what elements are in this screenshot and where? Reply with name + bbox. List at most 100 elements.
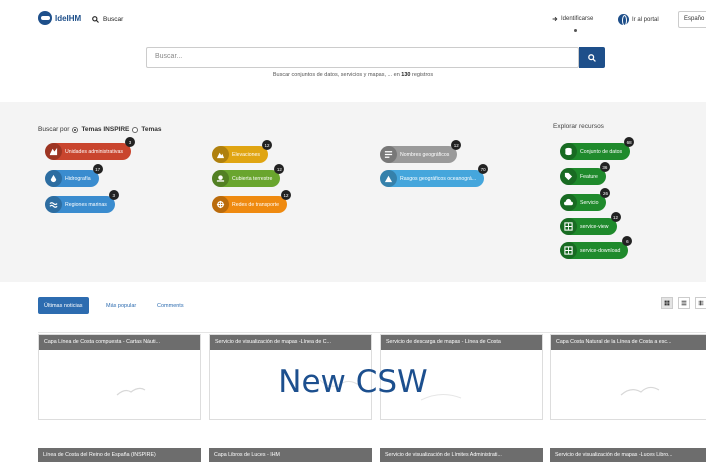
topic-count-badge: 12 xyxy=(451,140,462,150)
hint-suffix: registros xyxy=(412,72,434,78)
resource-count-badge: 6 xyxy=(622,236,633,246)
nav-search-label: Buscar xyxy=(103,16,124,23)
record-card-title[interactable]: Servicio de visualización de Límites Adm… xyxy=(380,448,543,462)
database-icon xyxy=(560,143,577,160)
top-navbar: IdeIHM Buscar Identificarse Ir al portal… xyxy=(0,0,706,40)
tab-most-popular[interactable]: Más popular xyxy=(106,297,136,314)
signin-link[interactable]: Identificarse xyxy=(552,16,593,22)
topic-label: Redes de transporte xyxy=(232,201,280,208)
resource-count-badge: 68 xyxy=(624,137,635,147)
list-view-button[interactable] xyxy=(678,297,690,309)
explore-title: Explorar recursos xyxy=(553,123,604,130)
resource-service-download[interactable]: service-download 6 xyxy=(560,236,633,259)
tab-comments[interactable]: Comments xyxy=(157,297,184,314)
search-icon xyxy=(92,16,99,23)
card-title[interactable]: Capa Línea de Costa compuesta - Cartas N… xyxy=(39,335,200,350)
radio-temas[interactable] xyxy=(132,126,139,133)
resource-label: Conjunto de datos xyxy=(580,148,623,155)
signin-label: Identificarse xyxy=(561,16,594,22)
signin-icon xyxy=(552,16,558,22)
map-icon xyxy=(45,143,62,160)
topic-redes-de-transporte[interactable]: Redes de transporte 12 xyxy=(212,190,292,213)
topic-label: Unidades administrativas xyxy=(65,148,123,155)
resource-conjunto-de-datos[interactable]: Conjunto de datos 68 xyxy=(560,137,635,160)
record-card-title[interactable]: Servicio de visualización de mapas -Luce… xyxy=(550,448,706,462)
resource-count-badge: 26 xyxy=(600,188,611,198)
new-csw-overlay: New CSW xyxy=(278,364,428,400)
browse-label: Buscar por xyxy=(38,126,70,133)
grid-view-icon xyxy=(664,300,670,306)
table-view-icon xyxy=(698,300,704,306)
hint-prefix: Buscar conjuntos de datos, servicios y m… xyxy=(272,72,400,78)
topic-label: Cubierta terrestre xyxy=(232,175,273,182)
nav-search-link[interactable]: Buscar xyxy=(92,16,123,23)
radio-inspire[interactable] xyxy=(72,126,79,133)
resource-label: service-view xyxy=(580,223,609,230)
topic-count-badge: 70 xyxy=(478,164,489,174)
brand-logo[interactable]: IdeIHM xyxy=(38,11,81,25)
topic-count-badge: 3 xyxy=(108,190,119,200)
card-title[interactable]: Servicio de visualización de mapas -Líne… xyxy=(210,335,371,350)
hero-search: Buscar... Buscar conjuntos de datos, ser… xyxy=(0,40,706,102)
browse-by-selector: Buscar por Temas INSPIRE Temas xyxy=(38,126,162,133)
topic-count-badge: 12 xyxy=(281,190,292,200)
topic-unidades-administrativas[interactable]: Unidades administrativas 3 xyxy=(45,137,135,160)
topic-regiones-marinas[interactable]: Regiones marinas 3 xyxy=(45,190,119,213)
transport-icon xyxy=(212,196,229,213)
option-inspire[interactable]: Temas INSPIRE xyxy=(81,126,129,133)
topic-count-badge: 12 xyxy=(274,164,285,174)
names-icon xyxy=(380,146,397,163)
table-view-button[interactable] xyxy=(695,297,706,309)
browse-section: Buscar por Temas INSPIRE Temas Explorar … xyxy=(0,102,706,282)
news-tabs: Últimas noticias Más popular Comments xyxy=(0,282,706,333)
topic-count-badge: 17 xyxy=(92,164,103,174)
water-icon xyxy=(45,170,62,187)
section-divider xyxy=(38,332,706,333)
topic-nombres-geograficos[interactable]: Nombres geográficos 12 xyxy=(380,140,462,163)
card-title[interactable]: Capa Costa Natural de la Línea de Costa … xyxy=(551,335,706,350)
portal-link[interactable]: Ir al portal xyxy=(618,14,659,26)
grid-icon xyxy=(560,242,577,259)
resource-servicio[interactable]: Servicio 26 xyxy=(560,188,611,211)
mountain-icon xyxy=(212,146,229,163)
tab-latest-news[interactable]: Últimas noticias xyxy=(38,297,89,314)
option-temas[interactable]: Temas xyxy=(141,126,161,133)
landcover-icon xyxy=(212,170,229,187)
tag-icon xyxy=(560,168,577,185)
grid-icon xyxy=(560,218,577,235)
topic-label: Elevaciones xyxy=(232,151,260,158)
list-view-icon xyxy=(681,300,687,306)
waves-icon xyxy=(45,196,62,213)
topic-label: Regiones marinas xyxy=(65,201,107,208)
topic-cubierta-terrestre[interactable]: Cubierta terrestre 12 xyxy=(212,164,285,187)
topic-label: Nombres geográficos xyxy=(400,151,450,158)
brand-name: IdeIHM xyxy=(55,13,82,23)
grid-view-button[interactable] xyxy=(661,297,673,309)
resource-label: Servicio xyxy=(580,199,599,206)
search-hint: Buscar conjuntos de datos, servicios y m… xyxy=(0,72,706,78)
signin-indicator xyxy=(574,29,577,32)
resource-count-badge: 12 xyxy=(610,212,621,222)
globe-icon xyxy=(618,14,629,26)
card-title[interactable]: Servicio de descarga de mapas - Línea de… xyxy=(381,335,542,350)
portal-label: Ir al portal xyxy=(632,16,659,23)
resource-count-badge: 36 xyxy=(599,162,610,172)
ocean-icon xyxy=(380,170,397,187)
record-card-title[interactable]: Capa Libros de Luces - IHM xyxy=(209,448,372,462)
language-select[interactable]: Españo xyxy=(678,11,706,28)
resource-label: Feature xyxy=(580,173,598,180)
record-count: 130 xyxy=(401,72,411,78)
topic-count-badge: 3 xyxy=(124,137,135,147)
search-input[interactable]: Buscar... xyxy=(146,47,579,68)
resource-label: service-download xyxy=(580,247,621,254)
resource-service-view[interactable]: service-view 12 xyxy=(560,212,621,235)
topic-label: Rasgos geográficos oceanográ... xyxy=(400,175,477,182)
topic-elevaciones[interactable]: Elevaciones 12 xyxy=(212,140,272,163)
topic-rasgos-oceanograficos[interactable]: Rasgos geográficos oceanográ... 70 xyxy=(380,164,489,187)
resource-feature[interactable]: Feature 36 xyxy=(560,162,610,185)
topic-count-badge: 12 xyxy=(261,140,272,150)
search-button[interactable] xyxy=(579,47,605,68)
topic-label: Hidrografía xyxy=(65,175,91,182)
topic-hidrografia[interactable]: Hidrografía 17 xyxy=(45,164,103,187)
record-card-title[interactable]: Línea de Costa del Reino de España (INSP… xyxy=(38,448,201,462)
